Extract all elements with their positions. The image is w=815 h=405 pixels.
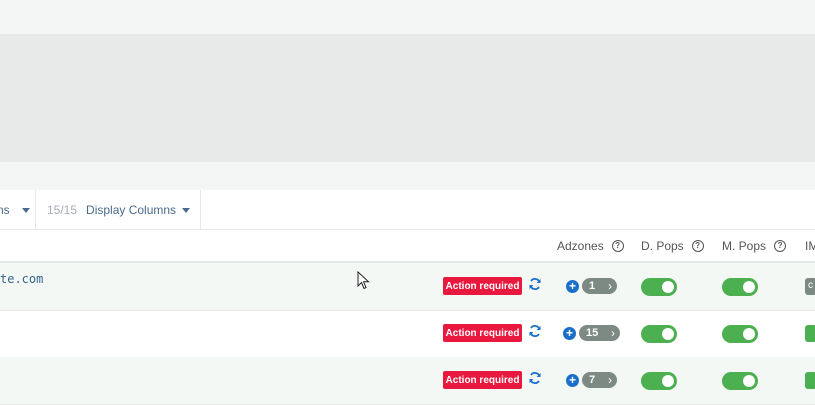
chevron-right-icon: › <box>611 326 615 340</box>
mouse-cursor-icon <box>357 271 370 290</box>
column-header-im[interactable]: IM <box>805 230 815 261</box>
table-row: te.com Action required + 1 › c <box>0 263 815 311</box>
adzones-count-pill[interactable]: 15 › <box>579 325 620 341</box>
adzones-count-pill[interactable]: 7 › <box>582 372 617 388</box>
top-banner-area <box>0 34 815 162</box>
column-header-label: IM <box>805 238 815 253</box>
im-toggle[interactable] <box>805 372 815 389</box>
im-toggle[interactable] <box>805 325 815 342</box>
im-icon: c <box>808 280 813 291</box>
mpops-toggle[interactable] <box>722 325 758 343</box>
help-icon[interactable]: ? <box>691 239 704 252</box>
column-header-mpops[interactable]: M. Pops ? <box>722 230 787 261</box>
status-badge: Action required <box>443 277 522 295</box>
column-header-label: D. Pops <box>641 238 684 253</box>
help-icon[interactable]: ? <box>774 239 787 252</box>
im-toggle[interactable]: c <box>805 278 815 295</box>
table-row: Action required + 15 › <box>0 310 815 358</box>
chevron-right-icon: › <box>608 279 612 293</box>
display-columns-label: Display Columns <box>86 202 177 217</box>
caret-down-icon <box>182 207 191 213</box>
mpops-toggle[interactable] <box>722 372 758 390</box>
add-adzone-icon[interactable]: + <box>566 280 579 293</box>
column-header-label: Adzones <box>557 238 604 253</box>
add-adzone-icon[interactable]: + <box>566 374 579 387</box>
table-toolbar: ns 15/15 Display Columns <box>0 190 815 230</box>
dpops-toggle[interactable] <box>641 372 677 390</box>
sites-table-panel: ns 15/15 Display Columns Adzones ? D. Po… <box>0 190 815 405</box>
display-columns-dropdown[interactable]: 15/15 Display Columns <box>36 190 201 229</box>
dpops-toggle[interactable] <box>641 278 677 296</box>
adzones-count-pill[interactable]: 1 › <box>582 278 617 294</box>
status-badge: Action required <box>443 324 522 342</box>
mpops-toggle[interactable] <box>722 278 758 296</box>
table-row: Action required + 7 › <box>0 357 815 405</box>
add-adzone-icon[interactable]: + <box>563 327 576 340</box>
filter-dropdown-label: ns <box>0 202 10 217</box>
filter-dropdown[interactable]: ns <box>0 190 36 229</box>
column-header-adzones[interactable]: Adzones ? <box>557 230 624 261</box>
help-icon[interactable]: ? <box>611 239 624 252</box>
adzones-count: 15 <box>586 327 599 339</box>
adzones-count: 1 <box>589 280 596 292</box>
column-header-label: M. Pops <box>722 238 767 253</box>
chevron-right-icon: › <box>608 373 612 387</box>
refresh-icon[interactable] <box>528 277 542 291</box>
adzones-count: 7 <box>589 374 596 386</box>
refresh-icon[interactable] <box>528 324 542 338</box>
site-domain[interactable]: te.com <box>0 272 43 286</box>
column-header-dpops[interactable]: D. Pops ? <box>641 230 704 261</box>
status-badge: Action required <box>443 371 522 389</box>
refresh-icon[interactable] <box>528 371 542 385</box>
caret-down-icon <box>22 207 30 213</box>
columns-count: 15/15 <box>47 202 78 217</box>
table-header: Adzones ? D. Pops ? M. Pops ? IM <box>0 230 815 263</box>
dpops-toggle[interactable] <box>641 325 677 343</box>
